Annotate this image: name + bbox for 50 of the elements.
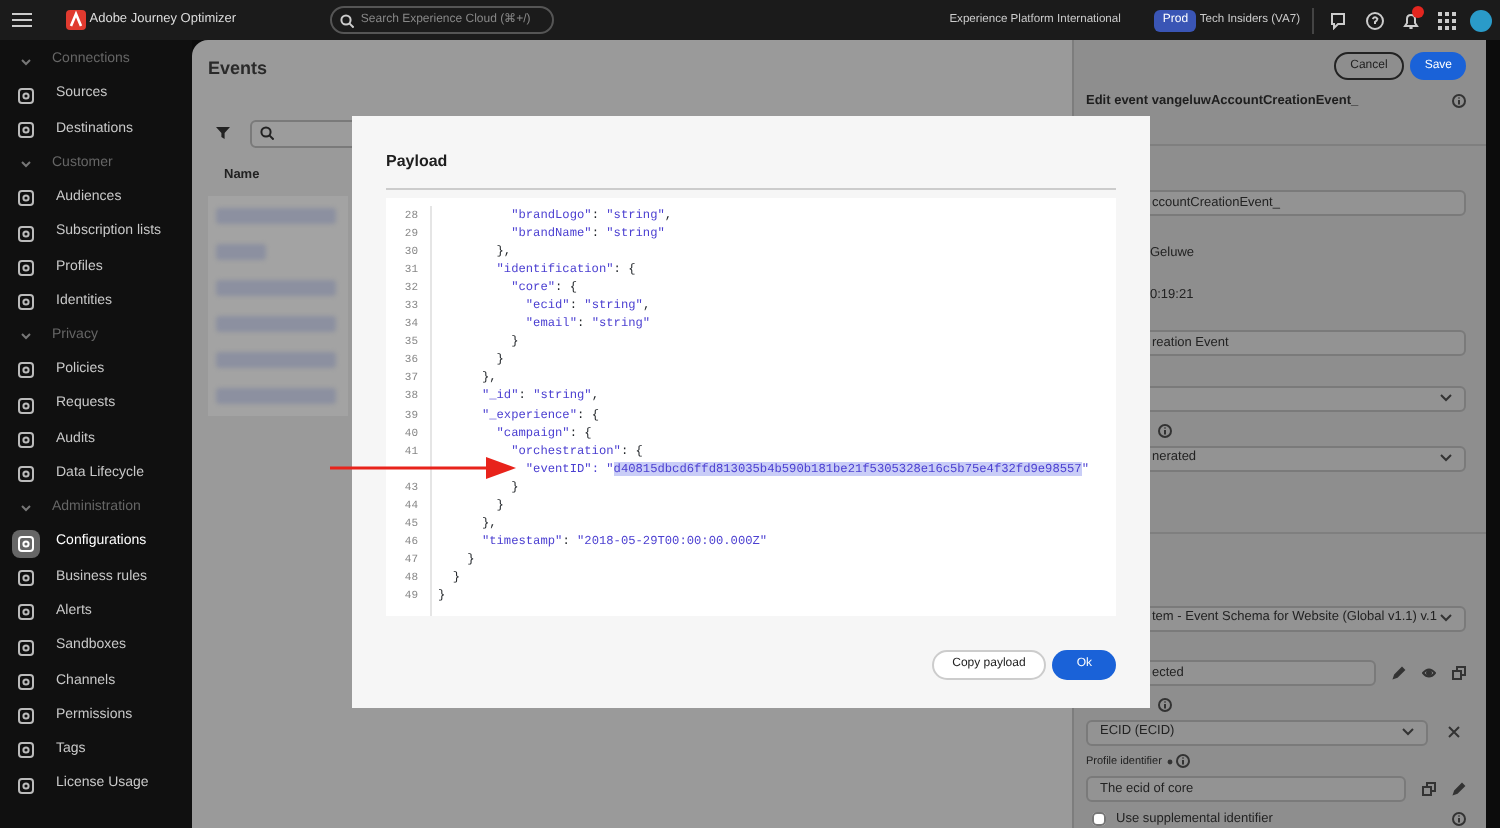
outline-square-icon [18, 432, 34, 449]
chevron-down-icon[interactable] [1402, 728, 1414, 737]
chevron-icon[interactable] [20, 502, 32, 515]
eye-icon[interactable] [1422, 665, 1436, 680]
search-icon [260, 126, 274, 140]
bell-icon[interactable] [1402, 11, 1420, 29]
outline-square-icon [18, 121, 34, 138]
chat-icon[interactable] [1330, 11, 1348, 29]
page-title: Events [208, 56, 270, 82]
outline-square-icon [18, 535, 34, 552]
outline-square-icon [18, 673, 34, 690]
info-icon[interactable] [1158, 423, 1172, 438]
chevron-icon[interactable] [20, 330, 32, 343]
outline-square-icon [18, 742, 34, 759]
chevron-icon[interactable] [20, 158, 32, 171]
chevron-down-icon[interactable] [1440, 614, 1452, 623]
info-icon[interactable] [1452, 812, 1466, 827]
outline-square-icon [18, 466, 34, 483]
filter-icon[interactable] [216, 126, 230, 140]
info-icon[interactable] [1176, 754, 1191, 769]
outline-square-icon [18, 259, 34, 276]
copy-icon[interactable] [1452, 665, 1466, 680]
outline-square-icon [18, 294, 34, 311]
chevron-down-icon[interactable] [1440, 454, 1452, 463]
outline-square-icon [18, 604, 34, 621]
outline-square-icon [18, 397, 34, 414]
outline-square-icon [18, 777, 34, 794]
outline-square-icon [18, 708, 34, 725]
info-icon[interactable] [1158, 697, 1172, 712]
avatar[interactable] [1470, 9, 1492, 31]
help-icon[interactable] [1366, 11, 1384, 29]
menu-icon[interactable] [12, 12, 32, 28]
copy-icon[interactable] [1422, 782, 1436, 796]
pencil-icon[interactable] [1392, 665, 1406, 680]
close-icon[interactable] [1448, 726, 1460, 739]
outline-square-icon [18, 225, 34, 242]
apps-grid-icon[interactable] [1438, 11, 1456, 29]
outline-square-icon [18, 362, 34, 379]
chevron-icon[interactable] [20, 55, 32, 67]
dialog-title: Payload [386, 152, 448, 170]
info-icon[interactable] [1452, 94, 1466, 109]
outline-square-icon [18, 569, 34, 586]
checkbox[interactable] [1092, 812, 1106, 827]
outline-square-icon [18, 190, 34, 207]
outline-square-icon [18, 87, 34, 104]
search-icon [340, 13, 355, 27]
chevron-down-icon[interactable] [1440, 394, 1452, 403]
outline-square-icon [18, 639, 34, 655]
logo-icon[interactable] [66, 10, 86, 30]
pencil-icon[interactable] [1452, 782, 1466, 796]
